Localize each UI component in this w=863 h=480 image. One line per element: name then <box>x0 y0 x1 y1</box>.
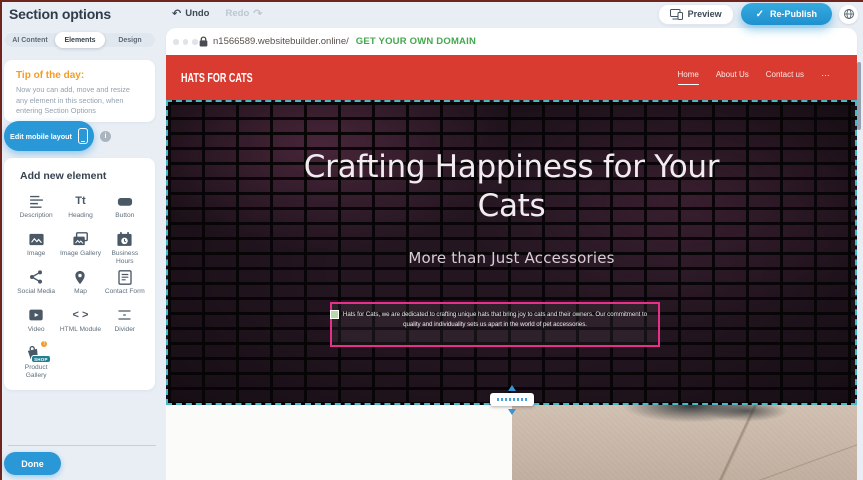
nav-contact-us[interactable]: Contact us <box>766 70 804 84</box>
resize-arrow-up-icon <box>508 385 516 391</box>
element-divider[interactable]: Divider <box>103 306 147 344</box>
section-options-panel: AI Content Elements Design Tip of the da… <box>0 28 166 480</box>
editor-topbar: Section options ↶ Undo Redo ↷ Preview ✓ … <box>0 0 863 28</box>
add-element-title: Add new element <box>20 170 155 182</box>
divider-icon <box>116 306 133 324</box>
website-canvas: HATS FOR CATS Home About Us Contact us …… <box>166 55 857 480</box>
globe-icon <box>843 8 855 20</box>
page-title: Section options <box>9 6 111 22</box>
hero-title[interactable]: Crafting Happiness for Your Cats <box>292 148 732 226</box>
business-hours-icon <box>116 230 133 248</box>
preview-scrollbar[interactable] <box>857 62 861 130</box>
site-preview: n1566589.websitebuilder.online/GET YOUR … <box>166 28 857 480</box>
nav-more-icon[interactable]: … <box>821 68 831 83</box>
element-contact-form[interactable]: Contact Form <box>103 268 147 306</box>
shop-badge: SHOP <box>31 355 52 363</box>
new-badge-icon: ! <box>40 340 48 348</box>
phone-icon <box>78 128 88 144</box>
tab-ai-content[interactable]: AI Content <box>5 32 55 48</box>
element-product-gallery[interactable]: ! SHOP Product Gallery <box>14 344 58 382</box>
republish-label: Re-Publish <box>770 9 817 19</box>
hero-paragraph[interactable]: Hats for Cats, we are dedicated to craft… <box>332 304 658 336</box>
share-icon <box>28 268 44 286</box>
element-map[interactable]: Map <box>58 268 102 306</box>
add-element-card: Add new element Description Tt Heading B… <box>4 158 155 390</box>
preview-label: Preview <box>688 9 722 19</box>
element-html-module[interactable]: < > HTML Module <box>58 306 102 344</box>
panel-tabs: AI Content Elements Design <box>4 32 156 48</box>
done-button[interactable]: Done <box>4 452 61 475</box>
language-globe-button[interactable] <box>839 5 858 24</box>
history-controls: ↶ Undo Redo ↷ <box>172 7 262 20</box>
heading-icon: Tt <box>75 192 85 210</box>
nav-home[interactable]: Home <box>678 70 699 85</box>
contact-form-icon <box>117 268 133 286</box>
section-resize-handle[interactable] <box>489 385 535 415</box>
window-edge-top <box>0 0 863 2</box>
undo-button[interactable]: ↶ Undo <box>172 7 210 20</box>
element-business-hours[interactable]: Business Hours <box>103 230 147 268</box>
panel-divider <box>8 445 156 446</box>
tip-body: Now you can add, move and resize any ele… <box>16 85 143 117</box>
tip-title: Tip of the day: <box>16 70 143 81</box>
element-social-media[interactable]: Social Media <box>14 268 58 306</box>
tab-elements[interactable]: Elements <box>55 32 105 48</box>
redo-icon: ↷ <box>253 7 262 20</box>
browser-bar: n1566589.websitebuilder.online/GET YOUR … <box>166 28 857 55</box>
redo-label: Redo <box>226 8 250 19</box>
text-lines-icon <box>28 192 45 210</box>
undo-label: Undo <box>185 8 209 19</box>
lock-icon <box>199 36 208 47</box>
product-gallery-icon: ! SHOP <box>25 344 47 362</box>
resize-arrow-down-icon <box>508 409 516 415</box>
edit-mobile-label: Edit mobile layout <box>10 132 72 141</box>
resize-grip[interactable] <box>490 393 534 406</box>
element-heading[interactable]: Tt Heading <box>58 192 102 230</box>
button-icon <box>116 192 134 210</box>
map-pin-icon <box>72 268 88 286</box>
devices-icon <box>670 9 683 20</box>
image-gallery-icon <box>72 230 89 248</box>
next-section-background[interactable] <box>166 405 512 480</box>
element-image-gallery[interactable]: Image Gallery <box>58 230 102 268</box>
resize-dashes-icon <box>497 398 527 401</box>
element-grid: Description Tt Heading Button Image <box>4 182 155 382</box>
next-section-photo[interactable] <box>512 405 857 480</box>
element-video[interactable]: Video <box>14 306 58 344</box>
element-button[interactable]: Button <box>103 192 147 230</box>
site-nav: Home About Us Contact us … <box>678 70 832 85</box>
hero-subtitle[interactable]: More than Just Accessories <box>168 249 855 267</box>
url-text: n1566589.websitebuilder.online/GET YOUR … <box>213 36 476 47</box>
video-icon <box>27 306 45 324</box>
get-domain-link[interactable]: GET YOUR OWN DOMAIN <box>356 36 476 47</box>
selection-handle[interactable] <box>330 310 339 319</box>
undo-icon: ↶ <box>172 7 181 20</box>
code-icon: < > <box>73 306 89 324</box>
info-icon[interactable]: i <box>100 131 111 142</box>
redo-button[interactable]: Redo ↷ <box>226 7 263 20</box>
republish-button[interactable]: ✓ Re-Publish <box>741 3 832 25</box>
site-url: n1566589.websitebuilder.online/ <box>213 36 349 47</box>
hero-section-selected[interactable]: Crafting Happiness for Your Cats More th… <box>166 100 857 405</box>
selected-text-element[interactable]: Hats for Cats, we are dedicated to craft… <box>330 302 660 347</box>
image-icon <box>28 230 45 248</box>
element-image[interactable]: Image <box>14 230 58 268</box>
preview-button[interactable]: Preview <box>658 4 734 25</box>
topbar-actions: Preview ✓ Re-Publish <box>658 3 858 25</box>
tip-of-the-day-card: Tip of the day: Now you can add, move an… <box>4 60 155 122</box>
site-header[interactable]: HATS FOR CATS Home About Us Contact us … <box>166 55 857 100</box>
site-logo[interactable]: HATS FOR CATS <box>181 71 253 85</box>
edit-mobile-layout-button[interactable]: Edit mobile layout <box>4 121 94 151</box>
nav-about-us[interactable]: About Us <box>716 70 749 84</box>
browser-tab-dots-icon <box>173 39 198 45</box>
tab-design[interactable]: Design <box>105 32 155 48</box>
element-description[interactable]: Description <box>14 192 58 230</box>
check-icon: ✓ <box>756 9 764 20</box>
window-edge-left <box>0 0 2 480</box>
